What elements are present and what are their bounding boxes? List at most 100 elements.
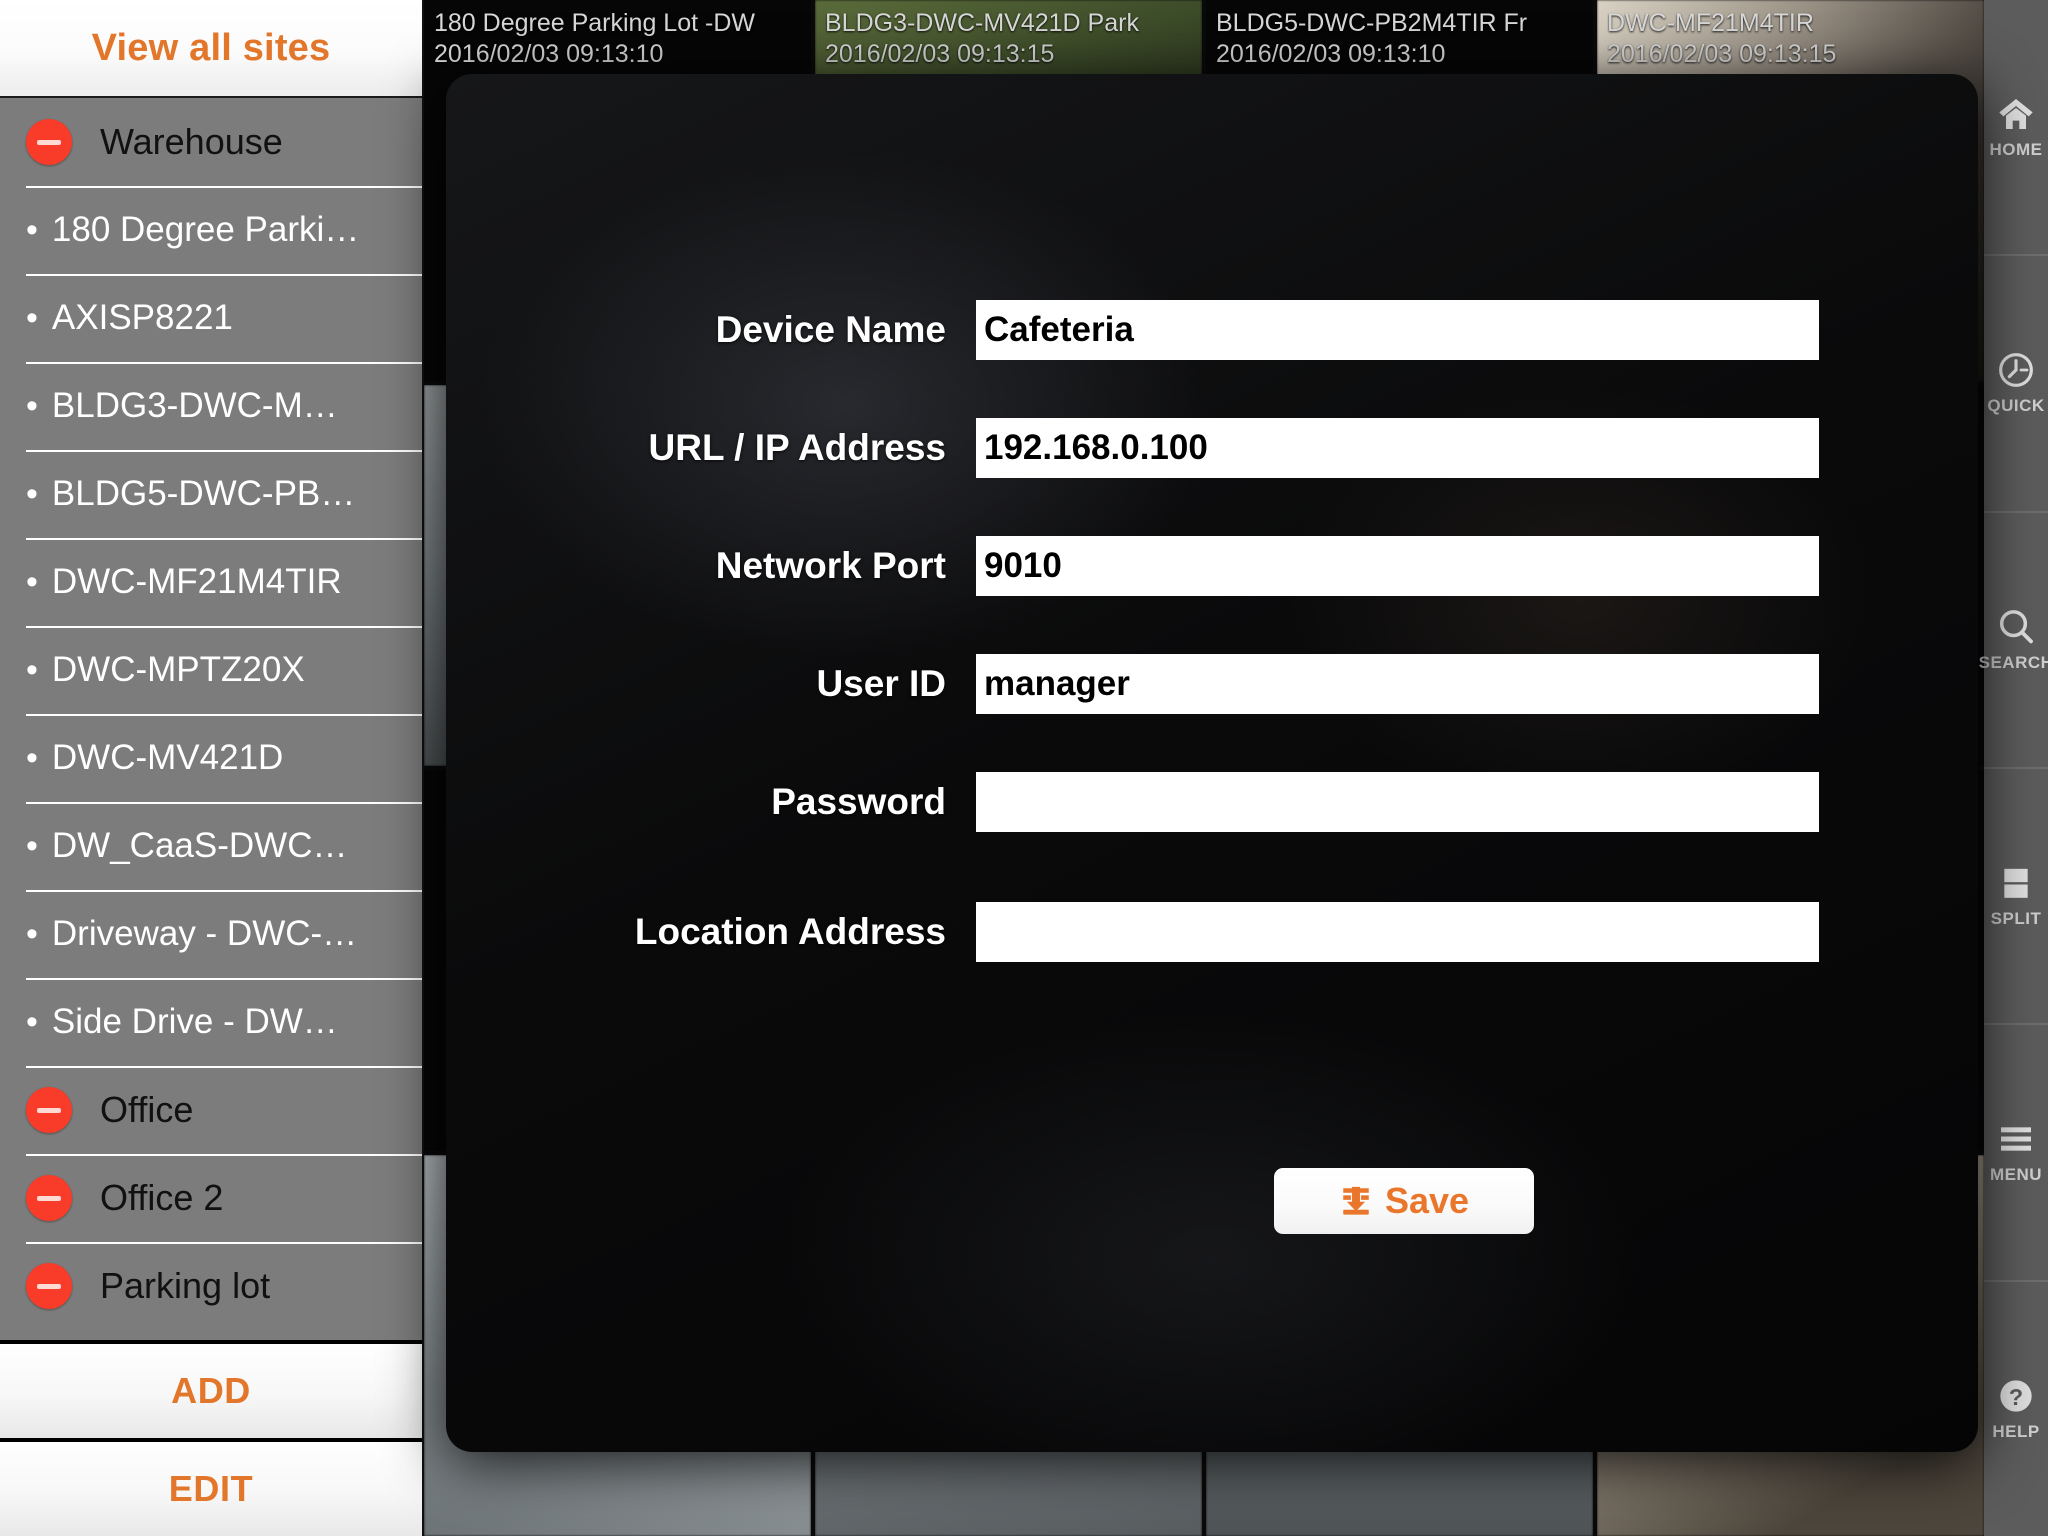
user-id-input[interactable] (976, 654, 1819, 714)
field-label: User ID (816, 663, 946, 704)
sites-sidebar: View all sites Warehouse • 180 Degree Park… (0, 0, 424, 1536)
minus-circle-icon[interactable] (26, 1263, 72, 1309)
sidebar-camera-label: AXISP8221 (51, 298, 233, 337)
sidebar-camera-row[interactable]: • AXISP8221 (0, 274, 422, 362)
bullet-icon: • (26, 563, 38, 601)
hamburger-icon (1996, 1119, 2036, 1159)
camera-timestamp: 2016/02/03 09:13:15 (1607, 39, 1837, 68)
question-circle-icon: ? (1996, 1376, 2036, 1416)
sidebar-site-label: Office 2 (100, 1177, 224, 1218)
edit-site-button[interactable]: EDIT (0, 1438, 422, 1536)
field-label: Location Address (634, 911, 946, 952)
save-button[interactable]: Save (1274, 1168, 1534, 1234)
minus-circle-icon[interactable] (26, 1175, 72, 1221)
toolbar-item-label: QUICK (1987, 396, 2045, 416)
toolbar-item-label: HELP (1992, 1421, 2040, 1441)
view-all-sites-button[interactable]: View all sites (0, 0, 422, 98)
location-address-input[interactable] (976, 902, 1819, 962)
toolbar-item-help[interactable]: ? HELP (1984, 1282, 2048, 1536)
form-row: Location Address (446, 886, 1978, 978)
sidebar-camera-label: DWC-MPTZ20X (51, 650, 305, 689)
camera-name: DWC-MF21M4TIR (1607, 9, 1814, 37)
field-label: Device Name (715, 309, 946, 350)
toolbar-item-split[interactable]: SPLIT (1984, 769, 2048, 1026)
sidebar-site-row[interactable]: Office (0, 1066, 422, 1154)
sidebar-camera-label: DWC-MF21M4TIR (51, 562, 342, 601)
minus-circle-icon[interactable] (26, 1087, 72, 1133)
camera-name: BLDG5-DWC-PB2M4TIR Fr (1216, 9, 1528, 37)
edit-button-label: EDIT (168, 1468, 254, 1509)
toolbar-item-search[interactable]: SEARCH (1979, 513, 2048, 769)
sidebar-camera-label: 180 Degree Parki… (51, 210, 360, 249)
sidebar-site-row[interactable]: Warehouse (0, 98, 422, 186)
save-download-icon (1339, 1184, 1373, 1218)
sidebar-site-row[interactable]: Parking lot (0, 1242, 422, 1330)
bullet-icon: • (26, 827, 38, 865)
form-row: Network Port (446, 520, 1978, 612)
url-ip-address-input[interactable] (976, 418, 1819, 478)
bullet-icon: • (26, 211, 38, 249)
camera-overlay-label: BLDG3-DWC-MV421D Park 2016/02/03 09:13:15 (825, 8, 1194, 69)
sidebar-camera-label: Side Drive - DW… (51, 1002, 338, 1041)
bullet-icon: • (26, 387, 38, 425)
home-icon (1996, 94, 2036, 134)
form-row: Device Name (446, 284, 1978, 376)
toolbar-item-label: HOME (1989, 140, 2043, 160)
split-layout-icon (1996, 863, 2036, 903)
field-label: Password (771, 781, 946, 822)
sidebar-camera-row[interactable]: • DWC-MF21M4TIR (0, 538, 422, 626)
toolbar-item-label: SPLIT (1990, 909, 2042, 929)
toolbar-item-home[interactable]: HOME (1984, 0, 2048, 257)
form-row: User ID (446, 638, 1978, 730)
add-site-button[interactable]: ADD (0, 1340, 422, 1438)
sidebar-camera-label: BLDG5-DWC-PB… (51, 474, 356, 513)
sidebar-camera-row[interactable]: • Driveway - DWC-… (0, 890, 422, 978)
password-input[interactable] (976, 772, 1819, 832)
view-all-sites-label: View all sites (91, 26, 331, 69)
camera-overlay-label: 180 Degree Parking Lot -DW 2016/02/03 09:… (434, 8, 803, 69)
bullet-icon: • (26, 475, 38, 513)
bullet-icon: • (26, 1003, 38, 1041)
camera-name: BLDG3-DWC-MV421D Park (825, 9, 1139, 37)
camera-overlay-label: DWC-MF21M4TIR 2016/02/03 09:13:15 (1607, 8, 1976, 69)
clock-icon (1996, 350, 2036, 390)
sidebar-camera-row[interactable]: • DWC-MV421D (0, 714, 422, 802)
sidebar-camera-label: BLDG3-DWC-M… (51, 386, 338, 425)
camera-overlay-label: BLDG5-DWC-PB2M4TIR Fr 2016/02/03 09:13:10 (1216, 8, 1585, 69)
form-row: URL / IP Address (446, 402, 1978, 494)
sidebar-camera-row[interactable]: • 180 Degree Parki… (0, 186, 422, 274)
device-form: Device Name URL / IP Address Network Port U… (446, 284, 1978, 1004)
sites-list[interactable]: Warehouse • 180 Degree Parki… • AXISP8221 • BL… (0, 98, 422, 1340)
sidebar-site-row[interactable]: Office 2 (0, 1154, 422, 1242)
bullet-icon: • (26, 299, 38, 337)
camera-timestamp: 2016/02/03 09:13:10 (1216, 39, 1446, 68)
sidebar-camera-row[interactable]: • BLDG3-DWC-M… (0, 362, 422, 450)
bullet-icon: • (26, 739, 38, 777)
app-root: 180 Degree Parking Lot -DW 2016/02/03 09:… (0, 0, 2048, 1536)
form-row: Password (446, 756, 1978, 848)
device-settings-dialog: Device Name URL / IP Address Network Port U… (446, 74, 1978, 1452)
device-name-input[interactable] (976, 300, 1819, 360)
camera-timestamp: 2016/02/03 09:13:10 (434, 39, 664, 68)
sidebar-site-label: Warehouse (100, 121, 283, 162)
save-button-container: Save (1274, 1168, 1534, 1234)
minus-circle-icon[interactable] (26, 119, 72, 165)
sidebar-camera-row[interactable]: • Side Drive - DW… (0, 978, 422, 1066)
bullet-icon: • (26, 915, 38, 953)
sidebar-camera-label: DW_CaaS-DWC… (51, 826, 348, 865)
network-port-input[interactable] (976, 536, 1819, 596)
sidebar-camera-label: DWC-MV421D (51, 738, 284, 777)
sidebar-camera-row[interactable]: • DW_CaaS-DWC… (0, 802, 422, 890)
add-button-label: ADD (171, 1370, 251, 1411)
toolbar-item-quick[interactable]: QUICK (1984, 256, 2048, 513)
camera-name: 180 Degree Parking Lot -DW (434, 9, 755, 37)
toolbar-item-label: SEARCH (1978, 652, 2048, 672)
field-label: Network Port (715, 545, 946, 586)
sidebar-camera-label: Driveway - DWC-… (51, 914, 358, 953)
sidebar-site-label: Office (100, 1089, 194, 1130)
toolbar-item-menu[interactable]: MENU (1984, 1025, 2048, 1282)
sidebar-camera-row[interactable]: • DWC-MPTZ20X (0, 626, 422, 714)
svg-text:?: ? (2009, 1384, 2023, 1410)
field-label: URL / IP Address (648, 427, 946, 468)
sidebar-camera-row[interactable]: • BLDG5-DWC-PB… (0, 450, 422, 538)
